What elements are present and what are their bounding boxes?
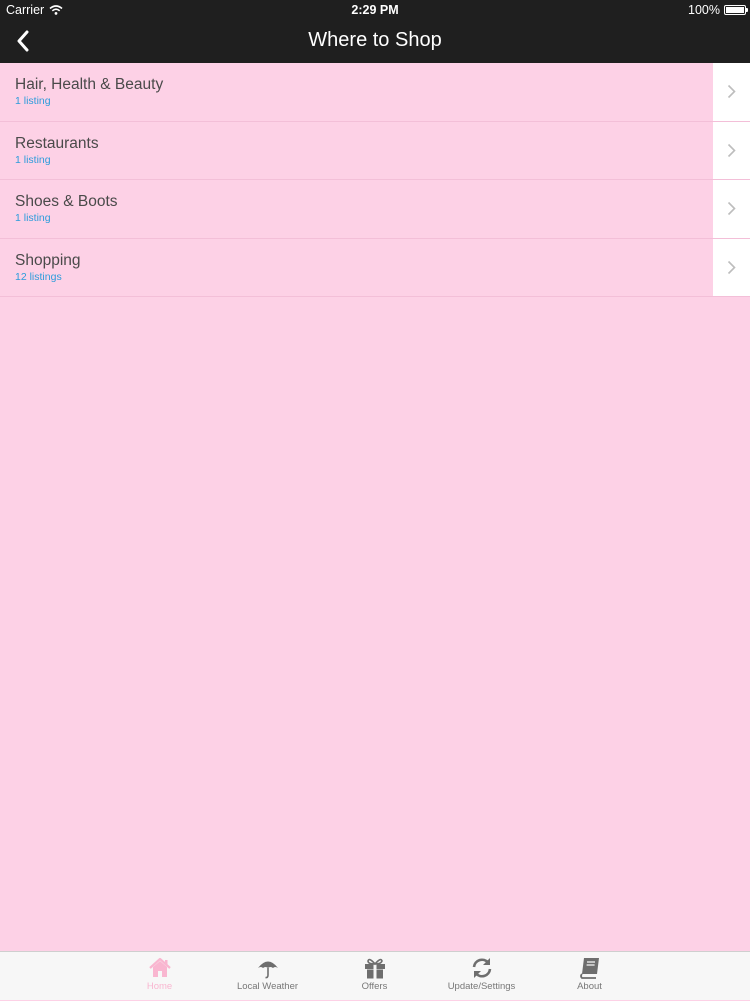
tab-bar: Home Local Weather Offers Update/Setting… [0, 951, 750, 1000]
status-time: 2:29 PM [351, 3, 399, 17]
tab-offers[interactable]: Offers [321, 952, 428, 1001]
tab-label: Update/Settings [447, 981, 516, 992]
listing-count: 1 listing [15, 153, 51, 166]
gift-icon [364, 958, 385, 979]
listing-count: 1 listing [15, 95, 51, 107]
battery-percent: 100% [688, 3, 720, 17]
tab-label: Local Weather [236, 981, 299, 992]
list-item-restaurants[interactable]: Restaurants 1 listing [0, 121, 750, 180]
umbrella-icon [257, 961, 278, 979]
disclosure-indicator [713, 180, 750, 238]
listing-count: 12 listings [15, 270, 62, 283]
tab-home[interactable]: Home [106, 952, 213, 1001]
refresh-icon [472, 958, 491, 978]
list-item-hair-health-beauty[interactable]: Hair, Health & Beauty 1 listing [0, 63, 750, 122]
battery-icon [724, 5, 748, 15]
category-label: Shopping [15, 251, 81, 269]
status-bar: Carrier 2:29 PM 100% [0, 0, 750, 20]
chevron-right-icon [727, 260, 736, 274]
chevron-right-icon [727, 202, 736, 216]
list-item-content: Shopping 12 listings [0, 238, 713, 296]
tab-update-settings[interactable]: Update/Settings [428, 952, 535, 1001]
tab-label: Home [146, 981, 173, 992]
tab-label: About [577, 981, 602, 992]
list-item-shoes-boots[interactable]: Shoes & Boots 1 listing [0, 180, 750, 239]
listing-count: 1 listing [15, 212, 51, 224]
page-title: Where to Shop [308, 29, 442, 51]
disclosure-indicator [713, 63, 750, 121]
navigation-bar: Where to Shop [0, 20, 750, 63]
category-list: Hair, Health & Beauty 1 listing Restaura… [0, 63, 750, 297]
list-item-shopping[interactable]: Shopping 12 listings [0, 238, 750, 297]
category-label: Hair, Health & Beauty [15, 76, 164, 93]
category-label: Shoes & Boots [15, 193, 118, 210]
tab-label: Offers [361, 981, 388, 992]
chevron-right-icon [727, 143, 736, 157]
tab-about[interactable]: About [536, 952, 643, 1001]
book-icon [579, 958, 599, 979]
disclosure-indicator [713, 238, 750, 296]
list-item-content: Shoes & Boots 1 listing [0, 180, 713, 238]
disclosure-indicator [713, 121, 750, 179]
category-label: Restaurants [15, 134, 99, 152]
battery-info: 100% [688, 3, 748, 17]
tab-local-weather[interactable]: Local Weather [214, 952, 321, 1001]
list-item-content: Restaurants 1 listing [0, 121, 713, 179]
chevron-right-icon [727, 85, 736, 99]
list-item-content: Hair, Health & Beauty 1 listing [0, 63, 713, 121]
home-icon [148, 957, 171, 977]
